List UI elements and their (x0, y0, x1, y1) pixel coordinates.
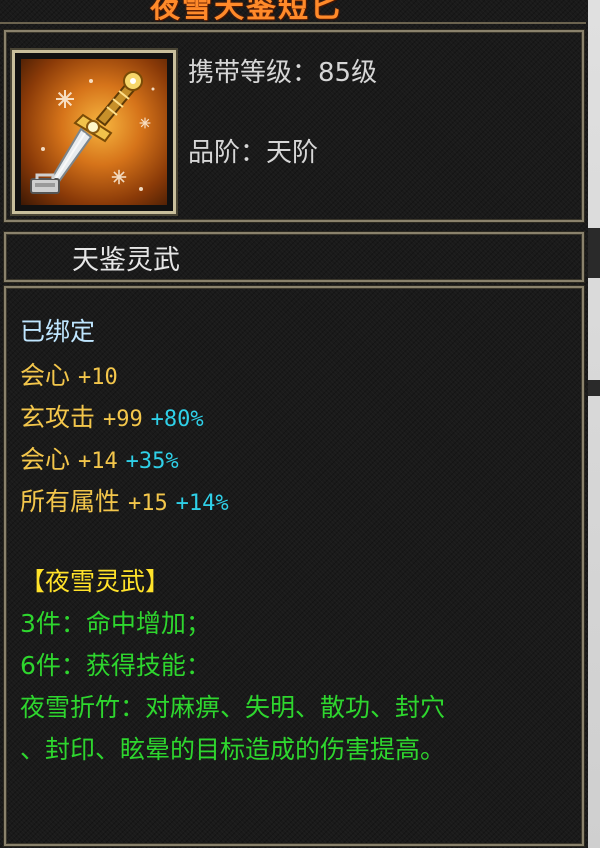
title-bar: 夜雪天鉴短匕 (0, 0, 586, 24)
background-slice (588, 380, 600, 396)
set-bonus-line: 6件：获得技能： (20, 651, 211, 680)
stat-name: 会心 (20, 361, 71, 390)
stat-name: 会心 (20, 445, 71, 474)
stat-percent: +14% (175, 491, 229, 516)
set-bonus-line: 夜雪折竹：对麻痹、失明、散功、封穴 (20, 693, 446, 722)
stat-percent: +35% (125, 449, 179, 474)
stat-line: 所有属性 +15 +14% (20, 482, 229, 518)
stat-name: 玄攻击 (20, 403, 96, 432)
set-bonus-line: 、封印、眩晕的目标造成的伤害提高。 (20, 735, 446, 764)
set-bonus-line: 3件：命中增加； (20, 609, 211, 638)
stat-name: 所有属性 (20, 487, 121, 516)
item-tooltip: 夜雪天鉴短匕 携带等级：85级 品阶：天阶 天鉴灵武 已绑定 会心 +10 玄攻… (0, 0, 590, 848)
stat-value: +10 (77, 365, 118, 390)
bound-status: 已绑定 (20, 317, 96, 346)
lock-icon (30, 173, 60, 194)
background-strip (588, 0, 600, 848)
carry-level-text: 携带等级：85级 (188, 58, 378, 88)
set-title: 【夜雪灵武】 (20, 567, 171, 596)
stat-value: +15 (127, 491, 168, 516)
background-slice (588, 228, 600, 278)
stat-value: +99 (102, 407, 143, 432)
item-name: 夜雪天鉴短匕 (150, 0, 342, 24)
stat-line: 会心 +10 (20, 356, 118, 392)
series-name: 天鉴灵武 (72, 245, 180, 276)
stat-value: +14 (77, 449, 118, 474)
quality-text: 品阶：天阶 (188, 138, 319, 168)
dagger-icon (21, 59, 167, 205)
item-icon-slot[interactable] (10, 48, 178, 216)
stat-percent: +80% (150, 407, 204, 432)
stat-line: 玄攻击 +99 +80% (20, 398, 204, 434)
stat-line: 会心 +14 +35% (20, 440, 179, 476)
